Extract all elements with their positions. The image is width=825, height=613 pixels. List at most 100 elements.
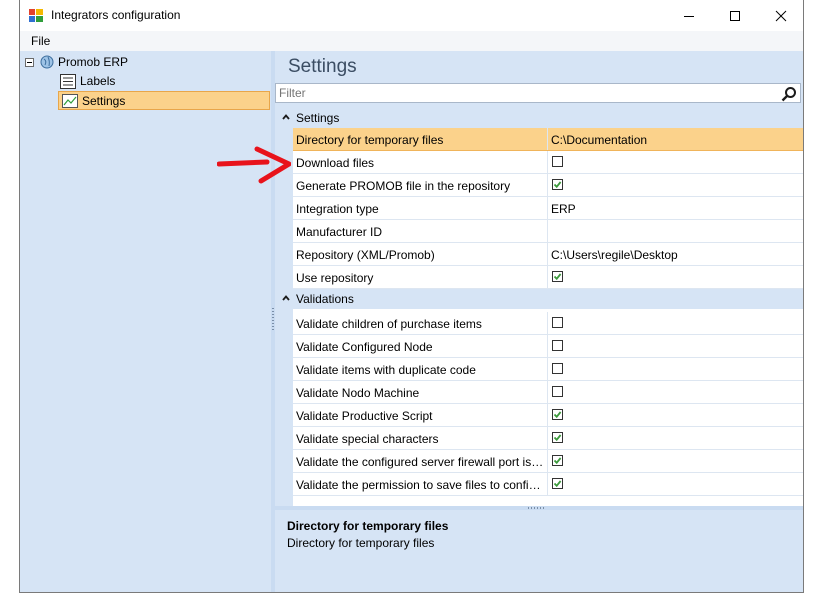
labels-icon [60,73,76,89]
property-name: Integration type [296,202,379,216]
property-row[interactable]: Validate Productive Script [293,404,803,427]
close-button[interactable] [758,0,804,31]
property-name: Validate Nodo Machine [296,386,420,400]
window-title: Integrators configuration [51,8,181,22]
tree-root[interactable]: Promob ERP [25,53,128,71]
app-icon [29,9,43,22]
title-bar[interactable]: Integrators configuration [20,0,803,31]
checkbox[interactable] [552,432,563,443]
property-name: Validate children of purchase items [296,317,482,331]
checkmark-icon [553,411,562,419]
annotation-arrow-icon [217,146,291,184]
property-name: Validate the configured server firewall … [296,455,544,469]
checkmark-icon [553,480,562,488]
property-row[interactable]: Download files [293,151,803,174]
splitter-grip[interactable] [272,308,274,330]
property-name: Validate items with duplicate code [296,363,476,377]
property-name: Manufacturer ID [296,225,383,239]
column-divider [547,151,548,173]
checkmark-icon [553,273,562,281]
collapse-chevron-icon[interactable] [281,293,291,303]
property-name: Validate special characters [296,432,439,446]
checkbox[interactable] [552,386,563,397]
settings-chart-icon [62,93,78,108]
horizontal-splitter[interactable] [275,506,803,510]
settings-panel: Settings Settings Directory for temporar… [275,51,803,592]
column-divider [547,450,548,472]
globe-icon [40,55,54,69]
column-divider [547,243,548,265]
checkbox[interactable] [552,478,563,489]
checkmark-icon [553,457,562,465]
property-row[interactable]: Generate PROMOB file in the repository [293,174,803,197]
menu-file[interactable]: File [31,34,50,48]
property-grid: Settings Directory for temporary files C… [275,108,803,506]
description-title: Directory for temporary files [287,519,449,533]
property-row[interactable]: Integration type ERP [293,197,803,220]
checkbox[interactable] [552,317,563,328]
property-row[interactable]: Validate Configured Node [293,335,803,358]
checkbox[interactable] [552,340,563,351]
tree-panel: Promob ERP Labels Settings [20,51,271,592]
panel-title: Settings [288,56,357,77]
tree-root-label: Promob ERP [58,55,129,69]
tree-item-label: Labels [80,74,116,88]
column-divider [547,427,548,449]
collapse-icon[interactable] [25,57,34,67]
property-row[interactable]: Directory for temporary files C:\Documen… [293,128,803,151]
tree-item-settings[interactable]: Settings [58,91,270,110]
tree-item-labels[interactable]: Labels [60,72,115,90]
description-text: Directory for temporary files [287,536,435,550]
column-divider [547,358,548,380]
tree-item-label: Settings [82,93,126,108]
column-divider [547,404,548,426]
checkbox[interactable] [552,156,563,167]
maximize-button[interactable] [712,0,758,31]
column-divider [547,312,548,334]
property-row[interactable]: Manufacturer ID [293,220,803,243]
checkmark-icon [553,181,562,189]
property-row[interactable]: Use repository [293,266,803,289]
property-row[interactable]: Repository (XML/Promob) C:\Users\regile\… [293,243,803,266]
checkbox[interactable] [552,363,563,374]
property-name: Directory for temporary files [296,133,444,147]
menu-bar: File [20,31,803,51]
property-name: Validate Productive Script [296,409,433,423]
property-row[interactable]: Validate children of purchase items [293,312,803,335]
property-row[interactable]: Validate items with duplicate code [293,358,803,381]
column-divider [547,220,548,242]
property-name: Use repository [296,271,374,285]
property-row[interactable]: Validate the configured server firewall … [293,450,803,473]
filter-input[interactable] [279,86,769,100]
main-window: Integrators configuration File Promob ER… [19,0,804,593]
property-value[interactable]: C:\Users\regile\Desktop [551,248,678,262]
column-divider [547,197,548,219]
column-divider [547,266,548,288]
filter-box[interactable] [275,83,801,103]
property-name: Generate PROMOB file in the repository [296,179,511,193]
collapse-chevron-icon[interactable] [281,112,291,122]
property-name: Repository (XML/Promob) [296,248,435,262]
maximize-icon [730,10,740,21]
splitter-grip[interactable] [528,507,546,509]
property-row[interactable]: Validate special characters [293,427,803,450]
category-settings[interactable]: Settings [275,108,803,128]
column-divider [547,174,548,196]
property-row[interactable]: Validate Nodo Machine [293,381,803,404]
checkmark-icon [553,434,562,442]
minimize-button[interactable] [666,0,712,31]
checkbox[interactable] [552,179,563,190]
minimize-icon [684,15,694,17]
property-row[interactable]: Validate the permission to save files to… [293,473,803,496]
checkbox[interactable] [552,409,563,420]
checkbox[interactable] [552,271,563,282]
category-validations[interactable]: Validations [275,289,803,309]
property-name: Validate the permission to save files to… [296,478,544,492]
column-divider [547,473,548,495]
checkbox[interactable] [552,455,563,466]
property-value[interactable]: C:\Documentation [551,133,647,147]
search-icon[interactable] [781,86,797,102]
property-value[interactable]: ERP [551,202,576,216]
column-divider [547,335,548,357]
column-divider [547,381,548,403]
